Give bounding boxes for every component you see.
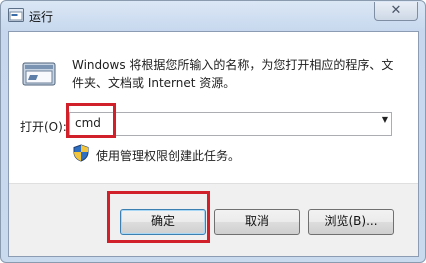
shield-icon [73, 144, 89, 162]
dialog-content: Windows 将根据您所输入的名称，为您打开相应的程序、文件夹、文档或 Int… [8, 31, 419, 257]
command-input[interactable]: cmd [75, 116, 101, 130]
close-icon: ✕ [390, 3, 402, 18]
run-icon [22, 62, 56, 86]
browse-button[interactable]: 浏览(B)... [308, 209, 394, 235]
command-combobox[interactable]: cmd ▼ [69, 112, 392, 136]
window-title: 运行 [29, 10, 54, 24]
dialog-description: Windows 将根据您所输入的名称，为您打开相应的程序、文件夹、文档或 Int… [72, 58, 394, 90]
open-label: 打开(O): [20, 120, 67, 134]
ok-button[interactable]: 确定 [120, 209, 206, 235]
chevron-down-icon[interactable]: ▼ [382, 115, 388, 124]
close-button[interactable]: ✕ [374, 2, 418, 21]
run-icon [8, 8, 24, 22]
run-dialog-window: 运行 ✕ Windows 将根据您所输入的名称，为您打开相应的程序、文件夹、文档… [0, 0, 426, 263]
cancel-button[interactable]: 取消 [214, 209, 300, 235]
admin-note: 使用管理权限创建此任务。 [96, 149, 241, 163]
title-bar[interactable]: 运行 ✕ [1, 1, 425, 31]
